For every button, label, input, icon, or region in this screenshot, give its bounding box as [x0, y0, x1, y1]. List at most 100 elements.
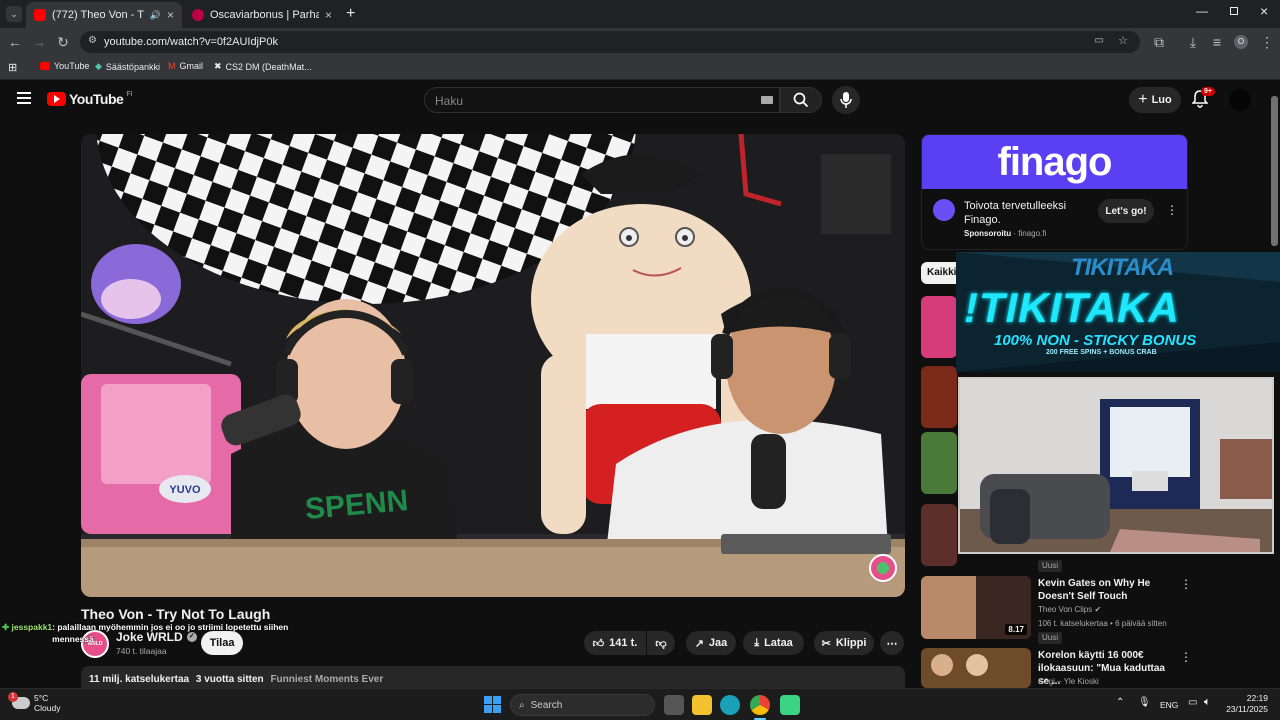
ad-cta-button[interactable]: Let's go!: [1098, 199, 1154, 223]
microphone-icon[interactable]: 🎙︎: [1138, 697, 1151, 708]
tab-search-button[interactable]: ⌄: [6, 6, 22, 22]
dislike-button[interactable]: 👎︎: [647, 631, 675, 655]
chrome-icon[interactable]: [750, 695, 770, 715]
more-icon[interactable]: ⋮: [1180, 577, 1192, 591]
bank-icon: ◆: [95, 61, 102, 71]
show-hidden-icons[interactable]: ⌃: [1116, 697, 1124, 708]
speaker-icon: 🔊: [149, 9, 161, 20]
cast-icon[interactable]: ▭: [1095, 35, 1104, 46]
close-tab-icon[interactable]: ×: [325, 8, 332, 22]
taskbar-search[interactable]: ⌕ Search: [510, 694, 655, 716]
bookmark-gmail[interactable]: M Gmail: [168, 61, 203, 71]
ad-brand-logo: finago: [997, 139, 1113, 184]
search-input[interactable]: Haku: [424, 87, 780, 113]
sponsored-ad-card[interactable]: finago Toivota tervetulleeksi Finago. Sp…: [921, 134, 1188, 250]
webcam-overlay: [958, 377, 1274, 554]
new-badge: Uusi: [1038, 560, 1063, 572]
create-button[interactable]: + Luo: [1129, 87, 1181, 113]
youtube-logo[interactable]: YouTube FI: [47, 91, 133, 107]
recommendation-channel[interactable]: Gogi – Yle Kioski: [1038, 677, 1099, 686]
bookmark-youtube[interactable]: YouTube: [40, 61, 89, 71]
clock-time: 22:19: [1246, 693, 1268, 703]
task-view-icon[interactable]: [664, 695, 684, 715]
apps-grid-icon[interactable]: ⊞: [8, 61, 17, 74]
avatar[interactable]: [1229, 89, 1251, 111]
recommendation-thumbnail[interactable]: [921, 432, 957, 494]
recommendation-thumbnail[interactable]: [921, 366, 957, 428]
weather-alert-badge: 1: [8, 692, 18, 702]
youtube-icon: [40, 62, 50, 70]
recommendation-thumbnail[interactable]: [921, 504, 957, 566]
bookmarks-bar: ⊞ YouTube ◆ Säästöpankki M Gmail ✖ CS2 D…: [0, 56, 1280, 80]
bookmark-cs2[interactable]: ✖ CS2 DM (DeathMat...: [214, 61, 312, 72]
downloads-icon[interactable]: ⤓: [1184, 33, 1202, 51]
app-icon[interactable]: [780, 695, 800, 715]
keyboard-icon[interactable]: [761, 96, 773, 104]
reload-icon[interactable]: ↻: [54, 33, 72, 51]
address-bar[interactable]: ⚙ youtube.com/watch?v=0f2AUIdjP0k ▭ ☆: [80, 31, 1140, 53]
share-label: Jaa: [708, 637, 728, 649]
close-tab-icon[interactable]: ×: [167, 8, 174, 22]
plus-icon: +: [1138, 91, 1148, 108]
recommendation-thumbnail[interactable]: [921, 296, 957, 358]
description-hashtag[interactable]: Funniest Moments Ever: [270, 674, 383, 685]
bookmark-label: CS2 DM (DeathMat...: [225, 61, 312, 72]
weather-widget[interactable]: 1 5°C Cloudy: [8, 692, 61, 713]
more-icon[interactable]: ⋮: [1180, 650, 1192, 664]
download-button[interactable]: ⤓ Lataa: [743, 631, 804, 655]
stream-chat-message: ✚ jesspakk1: palaillaan myöhemmin jos ei…: [2, 621, 327, 645]
download-icon: ⤓: [754, 636, 760, 649]
clock[interactable]: 22:19 23/11/2025: [1220, 693, 1268, 715]
forward-icon[interactable]: →: [30, 33, 48, 51]
ad-cta-label: Let's go!: [1105, 205, 1147, 217]
menu-icon[interactable]: [17, 92, 31, 104]
recommendation-title[interactable]: Kevin Gates on Why He Doesn't Self Touch: [1038, 577, 1168, 603]
create-label: Luo: [1151, 94, 1172, 106]
file-explorer-icon[interactable]: [692, 695, 712, 715]
edge-icon[interactable]: [720, 695, 740, 715]
windows-taskbar: 1 5°C Cloudy ⌕ Search ⌃ 🎙︎ ENG ▭ 🔈︎ 22:1…: [0, 688, 1280, 720]
chip-label: Kaikki: [927, 267, 957, 278]
site-info-icon[interactable]: ⚙: [88, 35, 97, 46]
network-icon[interactable]: ▭: [1188, 697, 1197, 708]
region-code: FI: [126, 90, 133, 98]
search-placeholder: Haku: [435, 94, 464, 108]
like-count: 141 t.: [609, 637, 638, 649]
voice-search-button[interactable]: [832, 86, 860, 114]
tikitaka-bonus-text: 100% NON - STICKY BONUS: [994, 332, 1197, 349]
windows-start-icon[interactable]: [484, 696, 501, 713]
bookmark-star-icon[interactable]: ☆: [1118, 34, 1128, 47]
more-actions-button[interactable]: ⋯: [880, 631, 904, 655]
search-icon: ⌕: [519, 699, 525, 711]
language-indicator[interactable]: ENG: [1160, 700, 1178, 710]
window-restore-icon[interactable]: [1230, 7, 1238, 15]
volume-icon[interactable]: 🔈︎: [1204, 696, 1211, 709]
media-controls-icon[interactable]: ≡: [1208, 33, 1226, 51]
window-close-icon[interactable]: ×: [1260, 3, 1268, 19]
recommendation-thumbnail[interactable]: 8.17: [921, 576, 1031, 639]
window-minimize-icon[interactable]: —: [1196, 4, 1208, 18]
ad-more-icon[interactable]: ⋮: [1166, 203, 1178, 217]
new-tab-button[interactable]: +: [346, 5, 355, 23]
profile-avatar[interactable]: O: [1234, 35, 1248, 49]
ad-headline[interactable]: Toivota tervetulleeksi Finago.: [964, 199, 1074, 227]
notifications-button[interactable]: 9+: [1192, 87, 1215, 108]
tab-youtube[interactable]: (772) Theo Von - Try Not To Laugh 🔊 ×: [26, 2, 182, 28]
clip-button[interactable]: ✂ Klippi: [814, 631, 874, 655]
tikitaka-big-text: !TIKITAKA: [964, 284, 1180, 331]
weather-condition: Cloudy: [34, 703, 61, 713]
like-button[interactable]: 👍︎ 141 t.: [584, 631, 646, 655]
recommendation-channel[interactable]: Theo Von Clips ✔: [1038, 605, 1101, 614]
tab-oscaviar[interactable]: Oscaviarbonus | Parhaat talletusbonukset…: [184, 2, 340, 28]
back-icon[interactable]: ←: [6, 33, 24, 51]
search-button[interactable]: [780, 87, 822, 113]
ad-banner[interactable]: finago: [922, 135, 1187, 189]
recommendation-thumbnail[interactable]: [921, 648, 1031, 688]
video-player[interactable]: YUVO SPENN: [81, 134, 905, 597]
share-button[interactable]: ↗ Jaa: [686, 631, 736, 655]
chrome-menu-icon[interactable]: ⋮: [1258, 33, 1276, 51]
extensions-icon[interactable]: ⧉: [1150, 33, 1168, 51]
taskbar-search-label: Search: [530, 699, 563, 711]
bookmark-saastopankki[interactable]: ◆ Säästöpankki: [95, 61, 160, 72]
bookmark-label: Säästöpankki: [105, 61, 160, 72]
